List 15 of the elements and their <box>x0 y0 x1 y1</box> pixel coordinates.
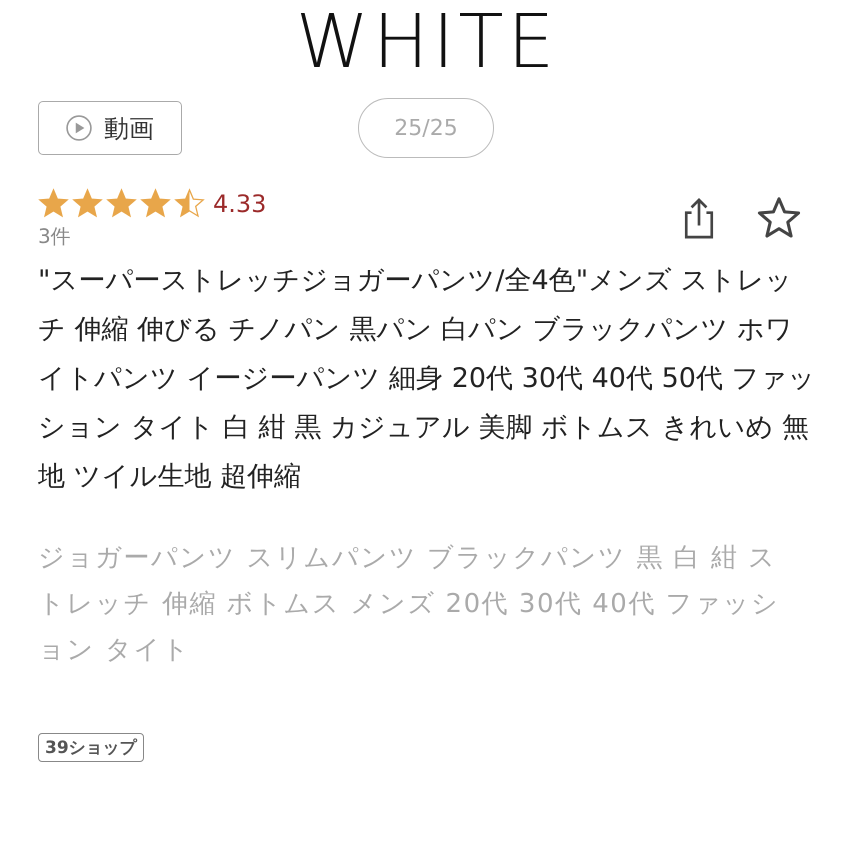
brand-logo: WHITE <box>294 0 560 84</box>
image-counter: 25/25 <box>358 98 494 158</box>
shop-tag[interactable]: 39ショップ <box>38 733 144 762</box>
product-title: "スーパーストレッチジョガーパンツ/全4色"メンズ ストレッチ 伸縮 伸びる チノパン 黒パン 白パン ブラックパンツ ホワイトパンツ イージーパンツ 細身 20代 30代 40代 50代 ファッション タイト 白 紺 黒 カジュアル 美脚 ボトムス きれいめ 無地 ツイル生地 超伸縮 <box>38 264 816 494</box>
star-icon <box>140 188 171 219</box>
star-icon <box>72 188 103 219</box>
video-button[interactable]: 動画 <box>38 101 182 155</box>
product-description: ジョガーパンツ スリムパンツ ブラックパンツ 黒 白 紺 ストレッチ 伸縮 ボトムス メンズ 20代 30代 40代 ファッション タイト <box>38 542 781 667</box>
play-icon <box>66 115 92 141</box>
review-count[interactable]: 3件 <box>38 223 266 250</box>
star-icon <box>106 188 137 219</box>
rating-score: 4.33 <box>213 190 266 218</box>
share-icon[interactable] <box>682 196 716 240</box>
star-icon <box>174 188 205 219</box>
star-icon <box>38 188 69 219</box>
